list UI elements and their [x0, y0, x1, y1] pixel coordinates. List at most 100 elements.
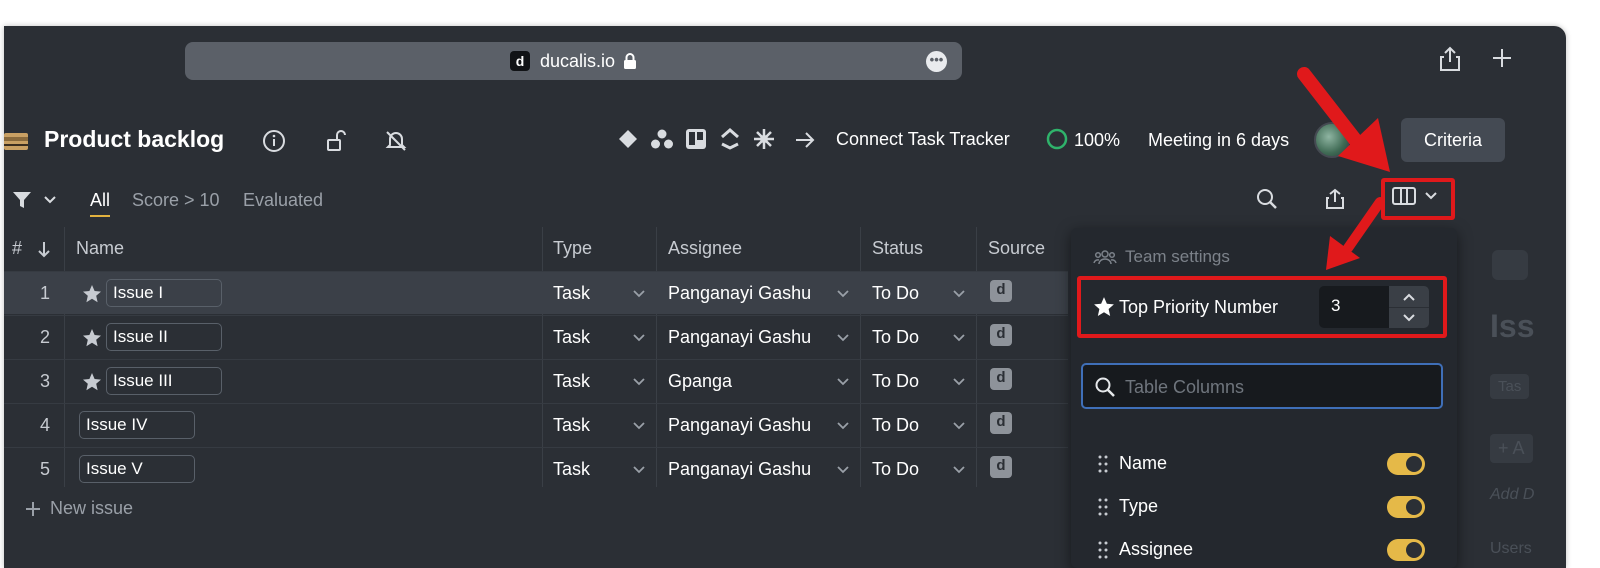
column-item-type[interactable]: Type [1097, 496, 1158, 517]
source-badge[interactable]: d [990, 324, 1012, 346]
table-row[interactable]: 1 Issue I Task Panganayi Gashu To Do d [4, 271, 1068, 314]
filter-icon[interactable] [12, 190, 32, 210]
column-item-name[interactable]: Name [1097, 453, 1167, 474]
header-name[interactable]: Name [76, 238, 124, 259]
type-select[interactable]: Task [553, 459, 590, 480]
address-bar[interactable]: d ducalis.io ••• [185, 42, 962, 80]
chevron-down-icon[interactable] [632, 331, 646, 345]
share-icon[interactable] [1438, 46, 1462, 72]
chevron-down-icon[interactable] [836, 331, 850, 345]
toggle-type-column[interactable] [1387, 496, 1425, 518]
chevron-down-icon[interactable] [632, 463, 646, 477]
bell-off-icon[interactable] [384, 129, 408, 153]
new-tab-icon[interactable] [1490, 46, 1514, 70]
sort-arrow-down-icon[interactable] [36, 240, 52, 258]
chevron-down-icon[interactable] [952, 375, 966, 389]
type-select[interactable]: Task [553, 415, 590, 436]
info-icon[interactable] [262, 129, 286, 153]
issue-name-field[interactable]: Issue III [106, 367, 222, 395]
top-priority-stepper[interactable] [1389, 286, 1429, 328]
toggle-name-column[interactable] [1387, 453, 1425, 475]
assignee-select[interactable]: Gpanga [668, 371, 732, 392]
drag-handle-icon[interactable] [1097, 497, 1109, 517]
issue-name-field[interactable]: Issue II [106, 323, 222, 351]
source-badge[interactable]: d [990, 456, 1012, 478]
source-badge[interactable]: d [990, 368, 1012, 390]
type-select[interactable]: Task [553, 327, 590, 348]
tab-score-gt-10[interactable]: Score > 10 [132, 190, 220, 211]
criteria-button[interactable]: Criteria [1401, 118, 1505, 162]
youtrack-icon[interactable] [752, 127, 776, 151]
chevron-down-icon[interactable] [952, 287, 966, 301]
table-row[interactable]: 5 Issue V Task Panganayi Gashu To Do d [4, 447, 1068, 490]
users-label: Users [1490, 540, 1532, 557]
header-status[interactable]: Status [872, 238, 923, 259]
chevron-down-icon[interactable] [836, 287, 850, 301]
issue-name-field[interactable]: Issue V [79, 455, 195, 483]
asana-icon[interactable] [650, 127, 674, 151]
column-search-box[interactable] [1081, 363, 1443, 409]
table-row[interactable]: 4 Issue IV Task Panganayi Gashu To Do d [4, 403, 1068, 446]
toggle-assignee-column[interactable] [1387, 539, 1425, 561]
clickup-icon[interactable] [718, 127, 742, 151]
header-number[interactable]: # [12, 238, 22, 259]
status-select[interactable]: To Do [872, 459, 919, 480]
jira-icon[interactable] [616, 127, 640, 151]
backlog-icon [4, 133, 28, 150]
header-assignee[interactable]: Assignee [668, 238, 742, 259]
source-badge[interactable]: d [990, 412, 1012, 434]
meeting-countdown: Meeting in 6 days [1148, 130, 1290, 150]
drag-handle-icon[interactable] [1097, 454, 1109, 474]
star-icon[interactable] [82, 328, 102, 348]
assignee-select[interactable]: Panganayi Gashu [668, 459, 811, 480]
chevron-down-icon[interactable] [632, 419, 646, 433]
status-select[interactable]: To Do [872, 371, 919, 392]
assignee-select[interactable]: Panganayi Gashu [668, 327, 811, 348]
chevron-down-icon[interactable] [952, 419, 966, 433]
decrement-button[interactable] [1389, 307, 1429, 328]
top-priority-number-input[interactable]: 3 [1319, 286, 1389, 328]
table-row[interactable]: 3 Issue III Task Gpanga To Do d [4, 359, 1068, 402]
chevron-down-icon[interactable] [952, 463, 966, 477]
type-select[interactable]: Task [553, 283, 590, 304]
column-search-input[interactable] [1125, 374, 1425, 400]
issue-name-field[interactable]: Issue I [106, 279, 222, 307]
row-number: 2 [40, 327, 51, 347]
drag-handle-icon[interactable] [1097, 540, 1109, 560]
increment-button[interactable] [1389, 286, 1429, 307]
tab-evaluated[interactable]: Evaluated [243, 190, 323, 211]
star-icon[interactable] [82, 372, 102, 392]
search-icon[interactable] [1256, 188, 1278, 210]
chevron-down-icon[interactable] [836, 419, 850, 433]
type-tag: Tas [1490, 374, 1530, 399]
chevron-down-icon[interactable] [952, 331, 966, 345]
chevron-down-icon[interactable] [632, 287, 646, 301]
chevron-down-icon[interactable] [836, 375, 850, 389]
chevron-down-icon[interactable] [42, 192, 58, 208]
unlock-icon[interactable] [324, 129, 348, 153]
status-select[interactable]: To Do [872, 283, 919, 304]
star-icon [1094, 297, 1114, 317]
star-icon[interactable] [82, 284, 102, 304]
more-icon[interactable]: ••• [926, 51, 947, 72]
assignee-select[interactable]: Panganayi Gashu [668, 415, 811, 436]
status-select[interactable]: To Do [872, 415, 919, 436]
connect-task-tracker-link[interactable]: Connect Task Tracker [836, 129, 1010, 150]
chevron-down-icon [1403, 314, 1415, 322]
assignee-select[interactable]: Panganayi Gashu [668, 283, 811, 304]
source-badge[interactable]: d [990, 280, 1012, 302]
annotation-arrow-icon [1297, 67, 1390, 172]
row-number: 1 [40, 283, 51, 303]
status-select[interactable]: To Do [872, 327, 919, 348]
table-row[interactable]: 2 Issue II Task Panganayi Gashu To Do d [4, 315, 1068, 358]
type-select[interactable]: Task [553, 371, 590, 392]
column-item-assignee[interactable]: Assignee [1097, 539, 1193, 560]
trello-icon[interactable] [684, 127, 708, 151]
new-issue-button[interactable]: New issue [24, 498, 133, 519]
issue-name-field[interactable]: Issue IV [79, 411, 195, 439]
header-type[interactable]: Type [553, 238, 592, 259]
chevron-down-icon[interactable] [836, 463, 850, 477]
header-source[interactable]: Source [988, 238, 1045, 259]
tab-all[interactable]: All [90, 190, 111, 217]
chevron-down-icon[interactable] [632, 375, 646, 389]
